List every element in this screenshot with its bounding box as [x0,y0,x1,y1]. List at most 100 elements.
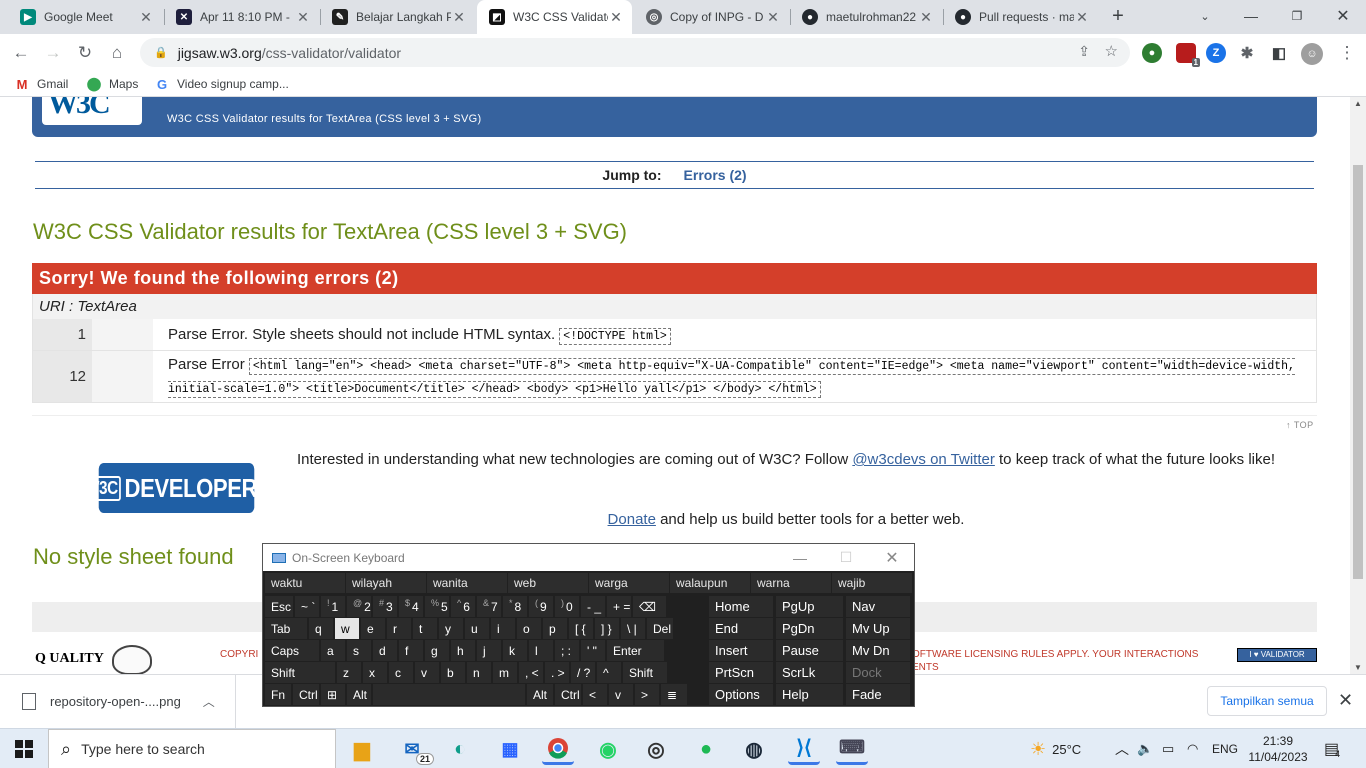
osk-key[interactable]: Del [647,618,673,639]
osk-nav-key[interactable]: Mv Up [846,618,910,639]
osk-nav-key[interactable]: Pause [776,640,843,661]
osk-key[interactable]: ; : [555,640,579,661]
notifications-icon[interactable]: ▤ 4 [1324,729,1340,768]
osk-key[interactable]: c [389,662,413,683]
osk-nav-key[interactable]: PrtScn [709,662,773,683]
tab-w3c-validator[interactable]: ◩ W3C CSS Validato ✕ [477,0,632,34]
osk-nav-key[interactable]: Help [776,684,843,705]
bookmark-gmail[interactable]: M Gmail [14,76,69,92]
osk-key[interactable]: a [321,640,345,661]
close-tab-icon[interactable]: ✕ [1074,9,1090,26]
osk-key[interactable]: u [465,618,489,639]
osk-key[interactable]: t [413,618,437,639]
restore-button[interactable]: ❐ [1274,0,1320,32]
chevron-up-icon[interactable]: ︿ [203,693,215,710]
close-window-button[interactable]: ✕ [1320,0,1366,32]
osk-maximize-button[interactable]: ☐ [823,544,869,571]
minimize-button[interactable]: — [1228,0,1274,32]
osk-key[interactable]: k [503,640,527,661]
osk-key[interactable]: p [543,618,567,639]
osk-key[interactable]: i [491,618,515,639]
w3c-developers-logo[interactable]: W3C DEVELOPERS [81,463,272,513]
chrome-icon[interactable] [542,733,574,765]
scroll-up-arrow-icon[interactable]: ▲ [1350,99,1366,108]
scroll-down-arrow-icon[interactable]: ▼ [1350,663,1366,672]
osk-key[interactable]: ] } [595,618,619,639]
new-tab-button[interactable]: + [1100,0,1136,32]
media-player-icon[interactable]: ◎ [640,733,672,765]
close-tab-icon[interactable]: ✕ [295,9,311,26]
osk-key[interactable]: < [583,684,607,705]
osk-key[interactable]: y [439,618,463,639]
osk-key[interactable]: @2 [347,596,371,617]
osk-key[interactable]: - _ [581,596,605,617]
close-tab-icon[interactable]: ✕ [608,9,624,26]
osk-key[interactable]: ~ ` [295,596,319,617]
osk-key[interactable]: (9 [529,596,553,617]
forward-arrow-icon[interactable]: → [40,40,66,66]
quality-logo[interactable]: Q UALITY [35,651,104,667]
osk-key[interactable]: Fn [265,684,291,705]
scrollbar-thumb[interactable] [1353,165,1363,579]
share-icon[interactable]: ⇪ [1078,43,1090,60]
osk-key[interactable]: Shift [623,662,667,683]
osk-key[interactable]: l [529,640,553,661]
osk-key[interactable]: ⊞ [321,684,345,705]
osk-key[interactable]: ^ [597,662,621,683]
w3c-logo[interactable]: W3C [42,97,142,125]
volume-icon[interactable]: 🔈 [1137,729,1153,768]
osk-titlebar[interactable]: On-Screen Keyboard — ☐ ✕ [263,544,914,571]
osk-prediction[interactable]: web [508,573,588,593]
whatsapp-icon[interactable]: ◉ [592,733,624,765]
osk-key[interactable]: q [309,618,333,639]
extension-z-icon[interactable]: Z [1206,43,1226,63]
jump-errors-link[interactable]: Errors (2) [684,167,747,183]
spotify-icon[interactable]: ● [690,733,722,765]
osk-nav-key[interactable]: Home [709,596,773,617]
page-scrollbar[interactable]: ▲ ▼ [1350,97,1366,674]
home-icon[interactable]: ⌂ [104,40,130,66]
osk-key[interactable]: ' " [581,640,605,661]
tab-zoom[interactable]: ✕ Apr 11 8:10 PM - ✕ [164,0,319,34]
osk-key[interactable]: & 7 [477,596,501,617]
osk-nav-key[interactable]: Fade [846,684,910,705]
osk-prediction[interactable]: walaupun [670,573,750,593]
osk-key[interactable]: o [517,618,541,639]
osk-key[interactable]: $4 [399,596,423,617]
bookmark-video-signup[interactable]: G Video signup camp... [154,76,289,92]
i-love-validator-badge[interactable]: I ♥ VALIDATOR [1237,648,1317,662]
mail-icon[interactable]: ✉ 21 [396,733,434,765]
osk-key[interactable]: Alt [347,684,371,705]
osk-key[interactable]: Shift [265,662,335,683]
tab-github-pulls[interactable]: ● Pull requests · ma ✕ [943,0,1098,34]
on-screen-keyboard-app-icon[interactable]: ⌨ [836,733,868,765]
steam-icon[interactable]: ◍ [738,733,770,765]
show-all-downloads-button[interactable]: Tampilkan semua [1207,686,1327,716]
osk-minimize-button[interactable]: — [777,544,823,571]
reload-icon[interactable]: ↻ [72,40,98,66]
back-to-top-link[interactable]: ↑ TOP [1286,420,1314,430]
osk-key[interactable]: * 8 [503,596,527,617]
osk-close-button[interactable]: ✕ [869,544,915,571]
osk-key[interactable]: Caps [265,640,319,661]
osk-key[interactable] [373,684,525,705]
osk-key[interactable]: j [477,640,501,661]
osk-key[interactable]: x [363,662,387,683]
osk-nav-key[interactable]: ScrLk [776,662,843,683]
store-icon[interactable]: ▦ [494,733,526,765]
osk-key[interactable]: Tab [265,618,307,639]
osk-key[interactable]: b [441,662,465,683]
twitter-link[interactable]: @w3cdevs on Twitter [852,451,995,468]
osk-nav-key[interactable]: End [709,618,773,639]
osk-key[interactable]: , < [519,662,543,683]
osk-key[interactable]: r [387,618,411,639]
osk-nav-key[interactable]: Mv Dn [846,640,910,661]
tab-search-icon[interactable]: ⌄ [1182,0,1228,32]
osk-key[interactable]: z [337,662,361,683]
osk-key[interactable]: > [635,684,659,705]
osk-key[interactable]: ! 1 [321,596,345,617]
osk-key[interactable]: #3 [373,596,397,617]
osk-nav-key[interactable]: PgUp [776,596,843,617]
close-download-bar-icon[interactable]: ✕ [1338,690,1353,711]
osk-nav-key[interactable]: PgDn [776,618,843,639]
